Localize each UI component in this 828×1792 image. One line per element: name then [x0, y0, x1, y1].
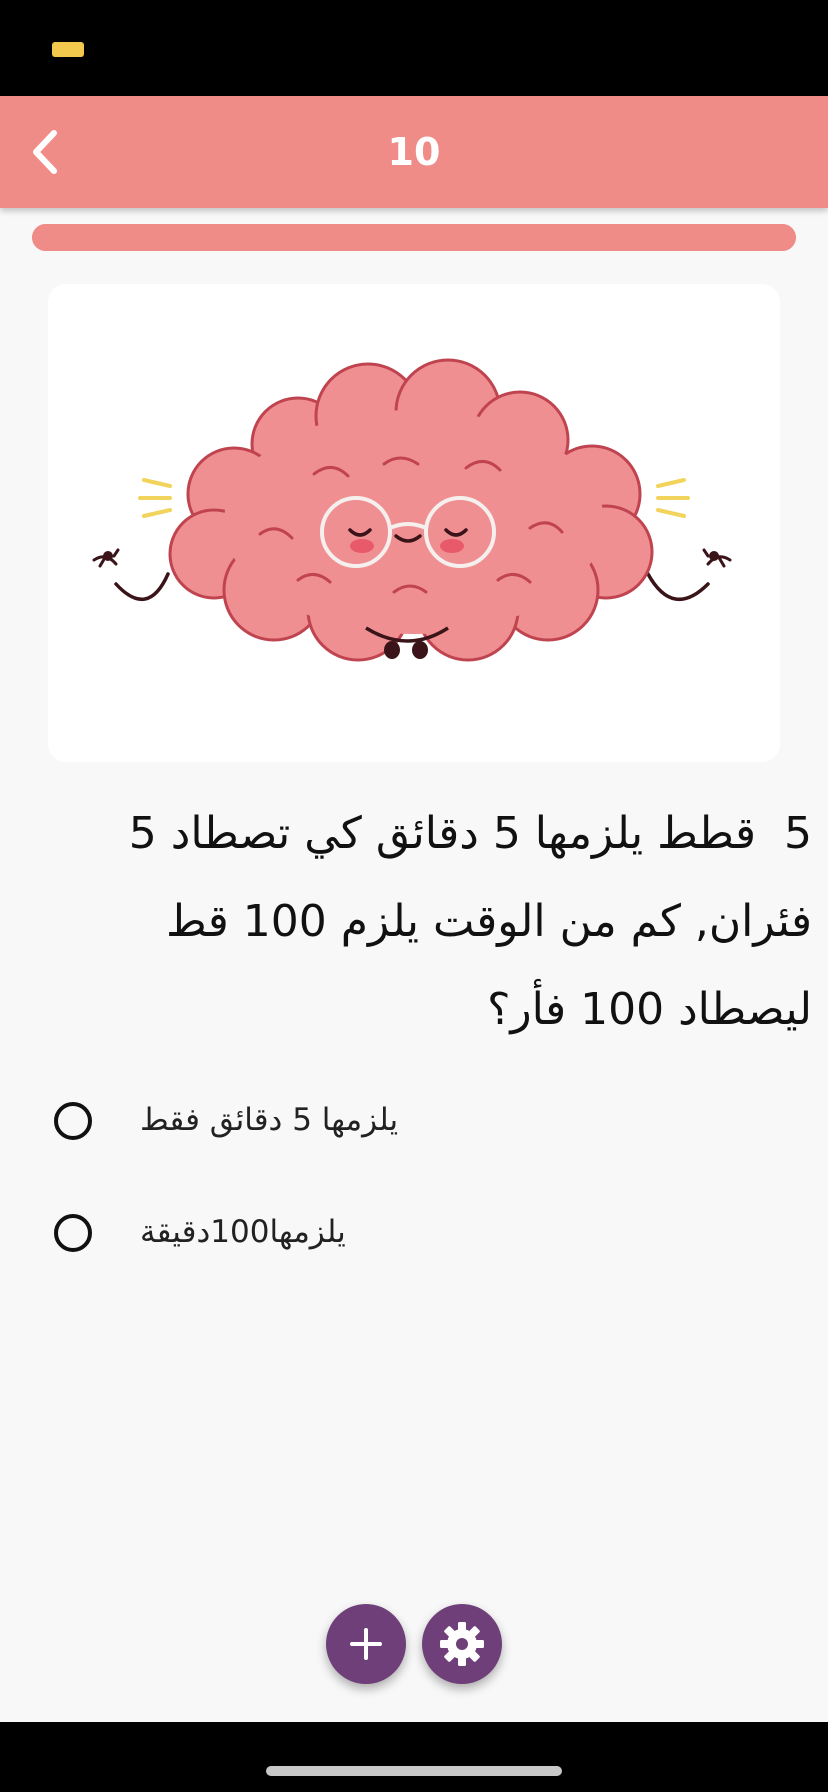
progress-bar	[32, 224, 796, 251]
question-text: 5 قطط يلزمها 5 دقائق كي تصطاد 5 فئران, ك…	[114, 808, 812, 1035]
add-button[interactable]	[326, 1604, 406, 1684]
answer-option-2[interactable]: يلزمها100دقيقة	[40, 1192, 788, 1272]
question-image-card	[48, 284, 780, 762]
brain-illustration	[92, 358, 732, 662]
home-indicator[interactable]	[266, 1766, 562, 1776]
chevron-left-icon	[33, 130, 57, 174]
gear-icon	[440, 1622, 484, 1666]
back-button[interactable]	[18, 122, 78, 182]
option-label: يلزمها100دقيقة	[140, 1214, 346, 1250]
system-nav-bar	[0, 1722, 828, 1792]
app-bar: 10	[0, 96, 828, 208]
answer-option-1[interactable]: يلزمها 5 دقائق فقط	[40, 1080, 788, 1160]
progress-fill	[32, 224, 796, 251]
page-title: 10	[387, 130, 441, 174]
gear-hole	[456, 1638, 468, 1650]
radio-button[interactable]	[54, 1102, 92, 1140]
radio-button[interactable]	[54, 1214, 92, 1252]
settings-button[interactable]	[422, 1604, 502, 1684]
option-label: يلزمها 5 دقائق فقط	[140, 1102, 399, 1138]
battery-icon	[52, 42, 84, 57]
plus-icon	[350, 1628, 382, 1660]
status-bar	[0, 0, 828, 96]
